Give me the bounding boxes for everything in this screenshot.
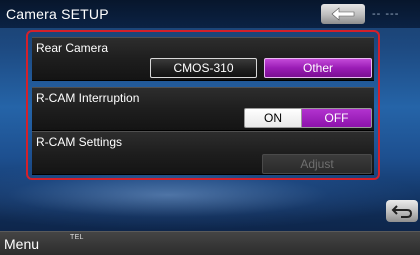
menu-button[interactable]: Menu [4, 236, 39, 252]
off-button[interactable]: OFF [302, 108, 372, 128]
rcam-interruption-row: R-CAM Interruption ON OFF [32, 87, 374, 131]
adjust-button[interactable]: Adjust [262, 154, 372, 174]
return-button[interactable] [386, 200, 418, 222]
back-button[interactable] [321, 4, 365, 24]
title-bar: Camera SETUP -- --- [0, 0, 420, 28]
tel-indicator: TEL [70, 234, 84, 241]
page-title: Camera SETUP [6, 6, 109, 22]
bottom-bar: Menu TEL [0, 231, 420, 255]
rear-camera-row: Rear Camera CMOS-310 Other [32, 37, 374, 81]
rcam-settings-label: R-CAM Settings [36, 135, 123, 149]
return-arrow-icon [391, 205, 413, 218]
back-arrow-icon [331, 7, 355, 21]
rear-camera-label: Rear Camera [36, 41, 109, 55]
on-button[interactable]: ON [244, 108, 302, 128]
status-text: -- --- [372, 8, 400, 20]
rcam-settings-row: R-CAM Settings Adjust [32, 131, 374, 175]
rcam-interruption-label: R-CAM Interruption [36, 91, 140, 105]
cmos-310-button[interactable]: CMOS-310 [150, 58, 257, 78]
other-button[interactable]: Other [264, 58, 372, 78]
